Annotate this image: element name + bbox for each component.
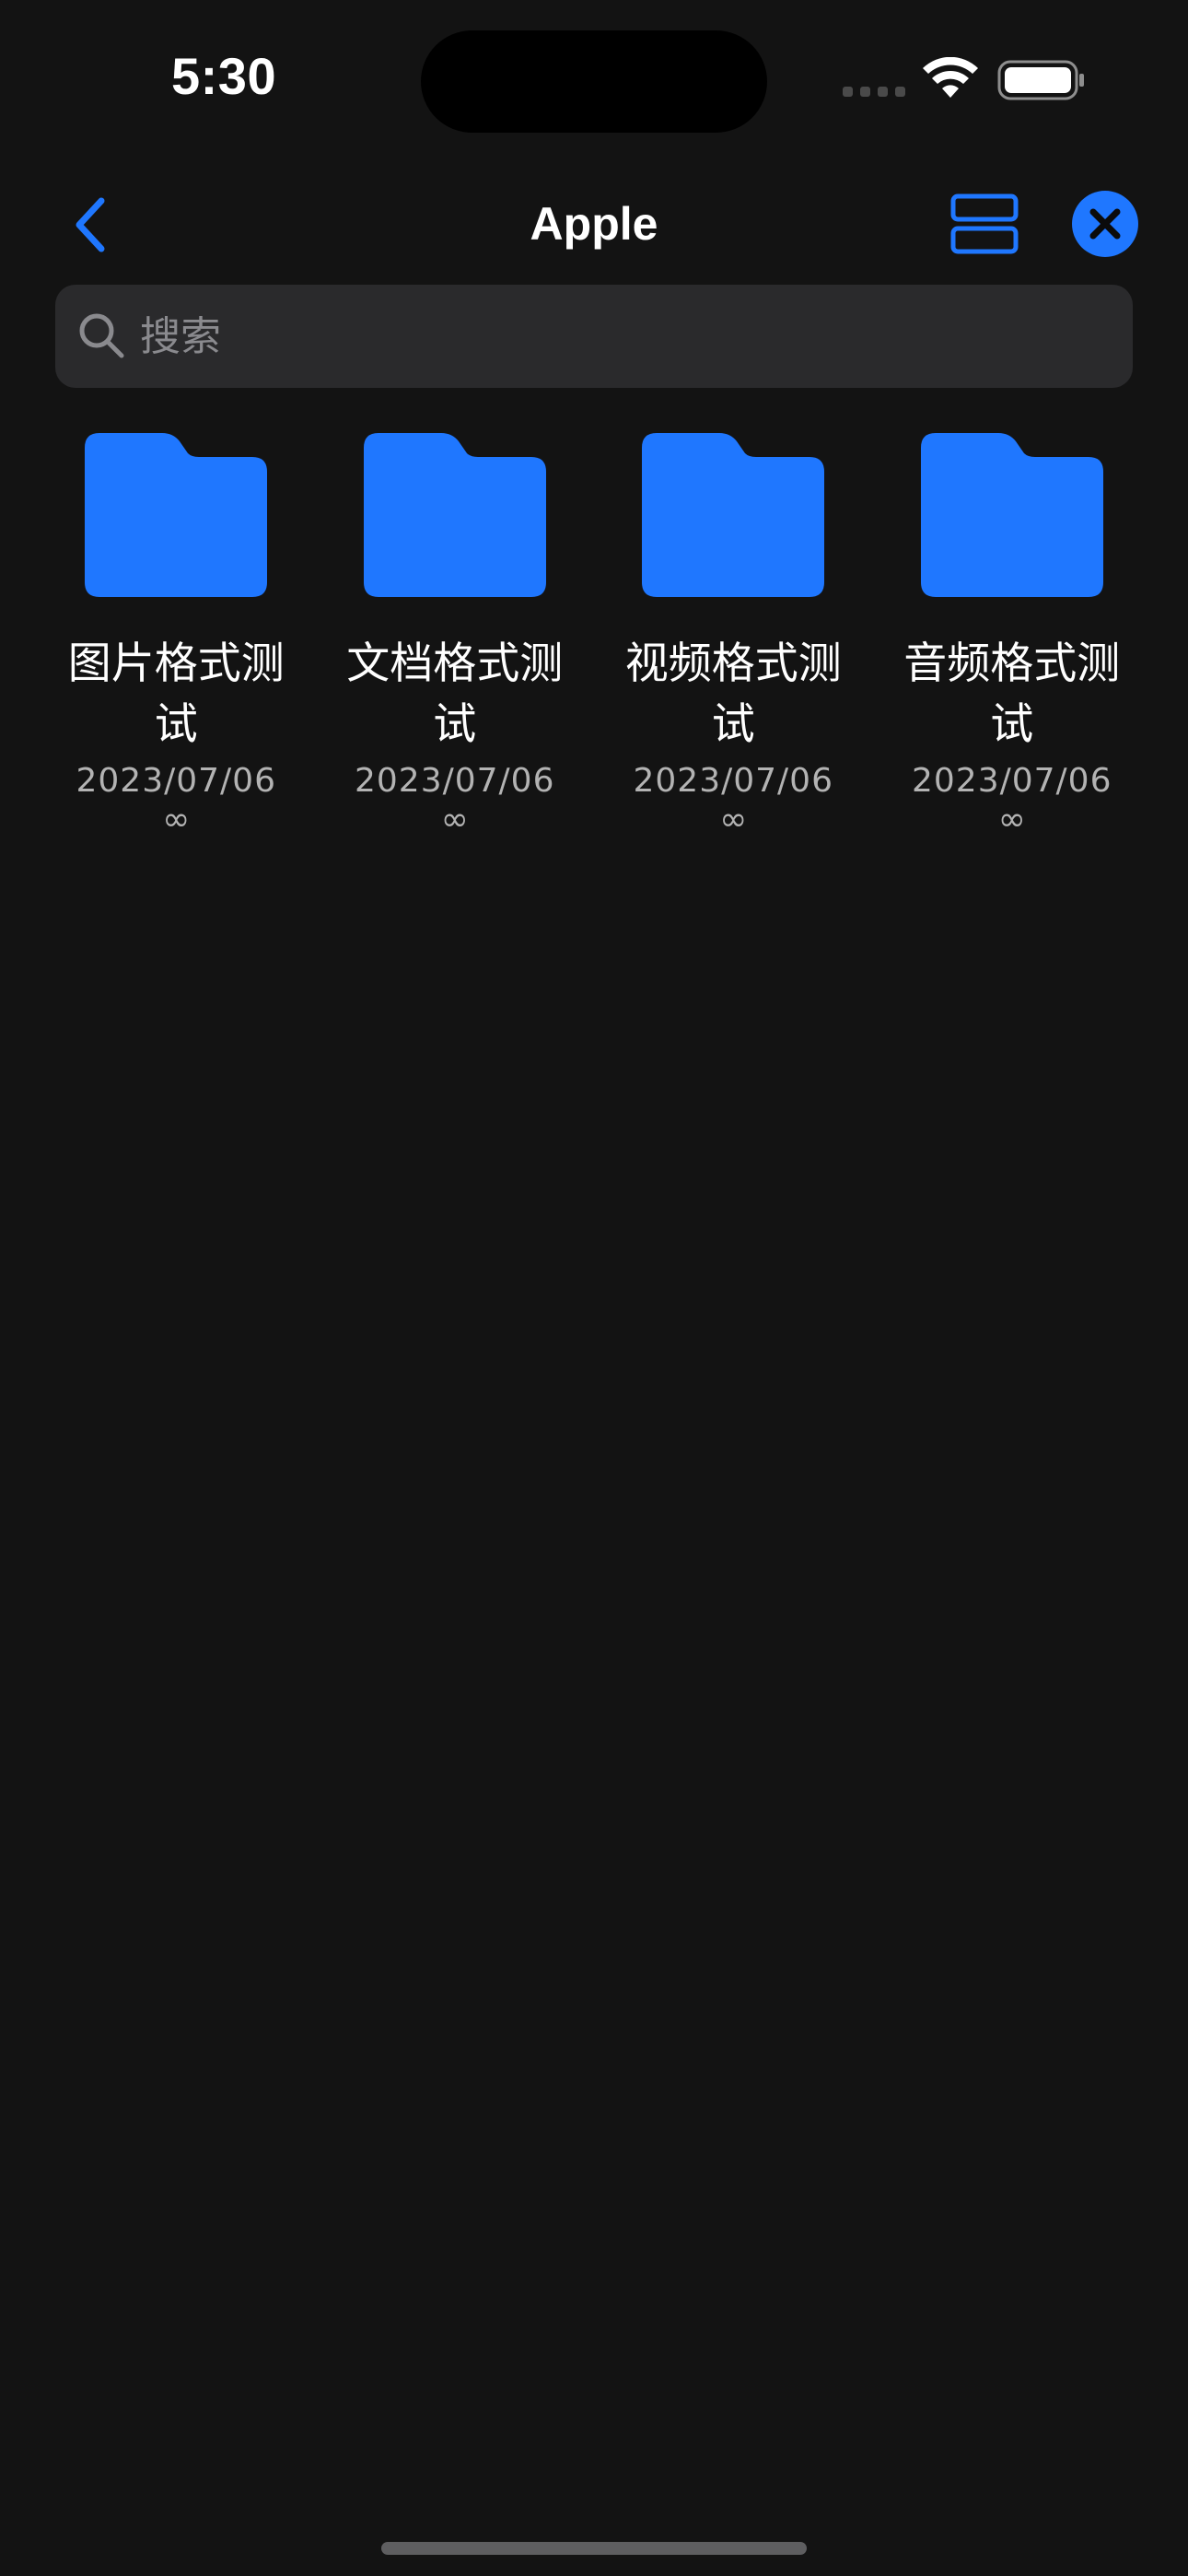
folder-name: 文档格式测试 [346, 638, 564, 750]
folder-item[interactable]: 视频格式测试 2023/07/06 ∞ [594, 433, 873, 838]
folder-icon [85, 433, 268, 597]
folder-name: 视频格式测试 [624, 638, 842, 750]
wifi-icon [923, 57, 978, 98]
folder-item[interactable]: 文档格式测试 2023/07/06 ∞ [316, 433, 595, 838]
folder-count: ∞ [997, 801, 1026, 838]
close-button[interactable] [1072, 191, 1138, 257]
list-view-icon [950, 193, 1019, 254]
close-icon [1089, 208, 1121, 240]
search-bar[interactable] [55, 285, 1133, 388]
folder-icon [642, 433, 825, 597]
folder-date: 2023/07/06 [633, 762, 833, 800]
battery-icon [997, 60, 1084, 100]
folder-name: 图片格式测试 [67, 638, 285, 750]
search-input[interactable] [140, 285, 1107, 388]
dynamic-island [421, 30, 767, 133]
folder-item[interactable]: 图片格式测试 2023/07/06 ∞ [37, 433, 316, 838]
cellular-signal-icon [843, 87, 905, 97]
home-indicator[interactable] [381, 2542, 807, 2555]
folder-icon [363, 433, 546, 597]
search-icon [79, 313, 124, 358]
view-toggle-button[interactable] [949, 192, 1020, 256]
folder-date: 2023/07/06 [912, 762, 1112, 800]
folder-name: 音频格式测试 [903, 638, 1121, 750]
folder-item[interactable]: 音频格式测试 2023/07/06 ∞ [873, 433, 1152, 838]
folder-date: 2023/07/06 [76, 762, 276, 800]
folder-count: ∞ [719, 801, 748, 838]
folder-count: ∞ [162, 801, 191, 838]
folder-count: ∞ [440, 801, 469, 838]
folder-grid: 图片格式测试 2023/07/06 ∞ 文档格式测试 2023/07/06 ∞ … [37, 433, 1151, 838]
status-time: 5:30 [171, 47, 277, 105]
folder-icon [920, 433, 1103, 597]
folder-date: 2023/07/06 [355, 762, 555, 800]
